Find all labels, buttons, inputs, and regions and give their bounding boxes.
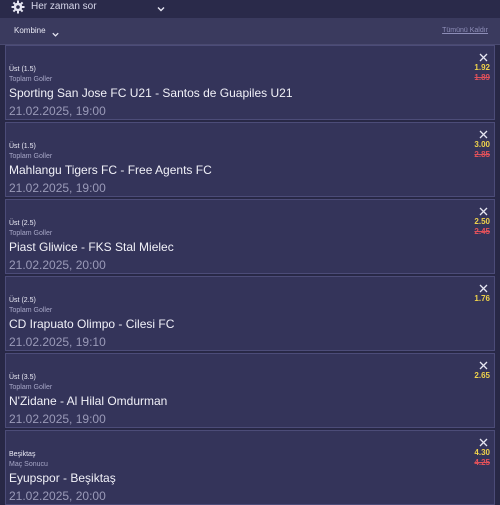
bet-market: Toplam Goller — [9, 230, 53, 237]
match-date: 21.02.2025, 19:10 — [9, 335, 106, 349]
bet-market: Toplam Goller — [9, 76, 53, 83]
previous-odd: 4.25 — [474, 458, 490, 467]
bet-card: Üst (3.5) Toplam Goller N'Zidane - Al Hi… — [5, 353, 495, 428]
match-date: 21.02.2025, 20:00 — [9, 258, 106, 272]
bet-pick: Üst (2.5) — [9, 297, 36, 304]
close-icon[interactable] — [479, 126, 488, 139]
top-bar: Her zaman sor — [0, 0, 500, 18]
close-icon[interactable] — [479, 49, 488, 62]
current-odd: 2.50 — [474, 217, 490, 226]
close-icon[interactable] — [479, 357, 488, 370]
bet-card: Üst (2.5) Toplam Goller Piast Gliwice - … — [5, 199, 495, 274]
clear-all-link[interactable]: Tümünü Kaldır — [442, 26, 488, 36]
match-name: N'Zidane - Al Hilal Omdurman — [9, 394, 168, 408]
bet-market: Toplam Goller — [9, 307, 53, 314]
match-date: 21.02.2025, 19:00 — [9, 104, 106, 118]
bet-type-dropdown[interactable]: Kombine — [14, 25, 46, 37]
bet-pick: Üst (1.5) — [9, 66, 36, 73]
match-date: 21.02.2025, 20:00 — [9, 489, 106, 503]
current-odd: 2.65 — [474, 371, 490, 380]
match-name: Eyupspor - Beşiktaş — [9, 471, 116, 485]
previous-odd: 2.45 — [474, 227, 490, 236]
bet-market: Toplam Goller — [9, 153, 53, 160]
current-odd: 3.00 — [474, 140, 490, 149]
match-name: Sporting San Jose FC U21 - Santos de Gua… — [9, 86, 293, 100]
previous-odd: 1.89 — [474, 73, 490, 82]
current-odd: 1.92 — [474, 63, 490, 72]
chevron-down-icon[interactable] — [156, 1, 166, 12]
bet-market: Maç Sonucu — [9, 461, 48, 468]
bet-pick: Üst (3.5) — [9, 374, 36, 381]
match-name: CD Irapuato Olimpo - Cilesi FC — [9, 317, 175, 331]
match-date: 21.02.2025, 19:00 — [9, 412, 106, 426]
bet-card: Üst (2.5) Toplam Goller CD Irapuato Olim… — [5, 276, 495, 351]
current-odd: 4.30 — [474, 448, 490, 457]
chevron-down-icon[interactable] — [51, 26, 60, 37]
match-name: Piast Gliwice - FKS Stal Mielec — [9, 240, 174, 254]
close-icon[interactable] — [479, 434, 488, 447]
close-icon[interactable] — [479, 203, 488, 216]
odds-change-setting[interactable]: Her zaman sor — [31, 0, 97, 13]
bet-pick: Üst (1.5) — [9, 143, 36, 150]
gear-icon[interactable] — [11, 0, 25, 14]
bet-type-bar: Kombine Tümünü Kaldır — [0, 18, 500, 45]
previous-odd: 2.85 — [474, 150, 490, 159]
close-icon[interactable] — [479, 280, 488, 293]
match-name: Mahlangu Tigers FC - Free Agents FC — [9, 163, 212, 177]
bet-market: Toplam Goller — [9, 384, 53, 391]
bet-card: Üst (1.5) Toplam Goller Mahlangu Tigers … — [5, 122, 495, 197]
match-date: 21.02.2025, 19:00 — [9, 181, 106, 195]
bet-card: Üst (1.5) Toplam Goller Sporting San Jos… — [5, 45, 495, 120]
bet-card: Beşiktaş Maç Sonucu Eyupspor - Beşiktaş … — [5, 430, 495, 505]
bet-pick: Beşiktaş — [9, 451, 36, 458]
current-odd: 1.76 — [474, 294, 490, 303]
bet-pick: Üst (2.5) — [9, 220, 36, 227]
